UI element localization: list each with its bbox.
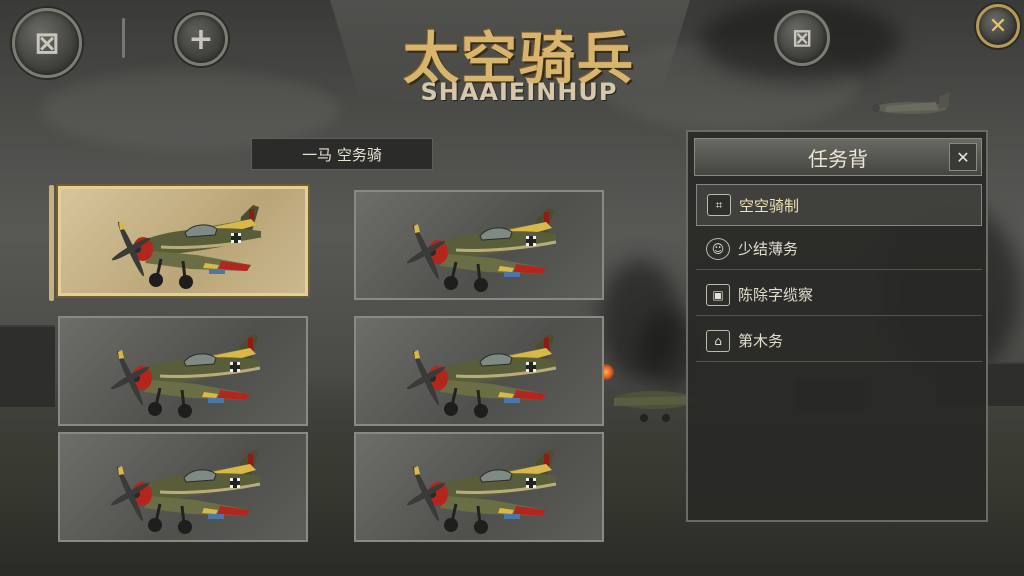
- aircraft-card[interactable]: [58, 432, 308, 542]
- panel-close-button[interactable]: ✕: [949, 143, 977, 171]
- hangar-icon: ⌂: [706, 329, 730, 352]
- fighter-plane-icon: [403, 206, 558, 294]
- selection-rail: [49, 185, 54, 301]
- mission-panel-header: 任务背 ✕: [694, 138, 982, 176]
- aircraft-card[interactable]: [354, 316, 604, 426]
- close-button[interactable]: ✕: [976, 4, 1020, 48]
- pilot-icon: ☺: [706, 237, 730, 260]
- radio-icon: ▣: [706, 283, 730, 306]
- game-subtitle: SHAAIEINHUP: [420, 78, 618, 106]
- grid-icon: ⌗: [707, 194, 731, 216]
- crossed-x-icon: ⊠: [34, 25, 60, 61]
- category-tab[interactable]: 一马 空务骑: [251, 138, 433, 170]
- toolbar-divider: [122, 18, 125, 58]
- close-icon: ✕: [956, 147, 970, 167]
- hangar-building: [0, 325, 55, 407]
- aircraft-card[interactable]: [49, 185, 308, 301]
- fighter-plane-icon: [108, 203, 263, 291]
- plus-icon: +: [188, 21, 214, 57]
- aircraft-card[interactable]: [354, 190, 604, 300]
- mission-item[interactable]: ⌗ 空空骑制: [696, 184, 982, 226]
- fighter-plane-icon: [107, 448, 262, 536]
- mission-item-label: 少结薄务: [738, 240, 799, 258]
- emblem-button[interactable]: ⊠: [774, 10, 830, 66]
- mission-panel-title: 任务背: [808, 146, 868, 171]
- fighter-plane-icon: [403, 448, 558, 536]
- mission-item[interactable]: ☺ 少结薄务: [696, 228, 982, 270]
- mission-panel: 任务背 ✕ ⌗ 空空骑制 ☺ 少结薄务 ▣ 陈除字缆察 ⌂ 第木务: [686, 130, 988, 522]
- aircraft-card[interactable]: [58, 316, 308, 426]
- aircraft-card[interactable]: [354, 432, 604, 542]
- mission-item-label: 第木务: [738, 332, 784, 350]
- crossed-x-icon: ⊠: [791, 24, 813, 52]
- fighter-plane-icon: [403, 332, 558, 420]
- close-icon: ✕: [988, 13, 1008, 39]
- mission-item[interactable]: ⌂ 第木务: [696, 320, 982, 362]
- fighter-plane-icon: [107, 332, 262, 420]
- mission-item[interactable]: ▣ 陈除字缆察: [696, 274, 982, 316]
- mission-item-label: 空空骑制: [739, 196, 800, 215]
- menu-button[interactable]: ⊠: [12, 8, 82, 78]
- add-button[interactable]: +: [174, 12, 228, 66]
- mission-item-label: 陈除字缆察: [738, 286, 814, 304]
- top-bar: ⊠ + 太空骑兵 SHAAIEINHUP ⊠ ✕: [0, 0, 1024, 120]
- category-tab-label: 一马 空务骑: [302, 145, 382, 164]
